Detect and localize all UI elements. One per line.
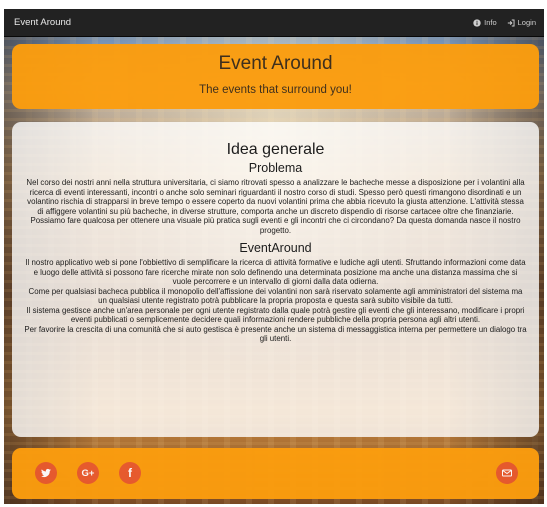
envelope-icon bbox=[502, 469, 512, 477]
problem-title: Problema bbox=[248, 161, 303, 175]
navbar-links: Info Login bbox=[473, 18, 544, 27]
eventaround-paragraph: Come per qualsiasi bacheca pubblica il m… bbox=[28, 286, 523, 306]
navbar-brand[interactable]: Event Around bbox=[4, 17, 71, 28]
eventaround-paragraph: Il sistema gestisce anche un'area person… bbox=[26, 305, 525, 325]
login-icon bbox=[507, 18, 515, 27]
page-subtitle: The events that surround you! bbox=[199, 84, 352, 96]
eventaround-title: EventAround bbox=[239, 241, 312, 255]
problem-question: Possiamo fare qualcosa per ottenere una … bbox=[30, 216, 521, 235]
google-plus-icon: G+ bbox=[81, 467, 95, 479]
eventaround-paragraph: Per favorire la crescita di una comunità… bbox=[24, 324, 527, 344]
info-link[interactable]: Info bbox=[473, 18, 497, 27]
facebook-button[interactable]: f bbox=[119, 462, 141, 484]
info-link-label: Info bbox=[484, 18, 497, 27]
top-navbar: Event Around Info Login bbox=[4, 9, 544, 37]
login-link[interactable]: Login bbox=[507, 18, 536, 27]
google-plus-button[interactable]: G+ bbox=[77, 462, 99, 484]
problem-paragraph: Nel corso dei nostri anni nella struttur… bbox=[26, 178, 525, 216]
content-panel: Idea generale Problema Nel corso dei nos… bbox=[12, 122, 539, 437]
eventaround-paragraph: Il nostro applicativo web si pone l'obbi… bbox=[25, 258, 526, 286]
twitter-icon bbox=[41, 468, 51, 478]
login-link-label: Login bbox=[517, 18, 536, 27]
info-icon bbox=[473, 18, 481, 27]
page-title: Event Around bbox=[218, 53, 333, 74]
facebook-icon: f bbox=[128, 466, 132, 480]
twitter-button[interactable] bbox=[35, 462, 57, 484]
section-heading: Idea generale bbox=[226, 141, 325, 158]
header-banner: Event Around The events that surround yo… bbox=[12, 44, 539, 109]
message-button[interactable] bbox=[496, 462, 518, 484]
footer-bar: G+ f bbox=[12, 448, 539, 499]
